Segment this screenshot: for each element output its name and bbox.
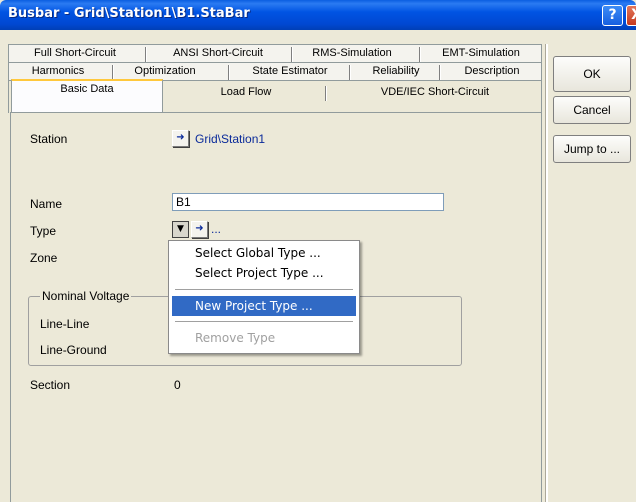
name-label: Name bbox=[30, 197, 63, 211]
window-title: Busbar - Grid\Station1\B1.StaBar bbox=[8, 6, 250, 21]
tab-basic-data[interactable]: Basic Data bbox=[11, 79, 163, 114]
zone-label: Zone bbox=[30, 251, 58, 265]
help-button[interactable]: ? bbox=[602, 5, 623, 26]
line-line-label: Line-Line bbox=[40, 317, 90, 331]
jump-to-button[interactable]: Jump to ... bbox=[553, 135, 631, 163]
type-label: Type bbox=[30, 224, 57, 238]
section-label: Section bbox=[30, 378, 71, 392]
menu-separator bbox=[175, 321, 353, 322]
menu-separator bbox=[175, 289, 353, 290]
line-ground-label: Line-Ground bbox=[40, 343, 107, 357]
cancel-button[interactable]: Cancel bbox=[553, 96, 631, 124]
type-context-menu: Select Global Type ... Select Project Ty… bbox=[168, 240, 360, 354]
station-jump-button[interactable]: ➜ bbox=[172, 130, 189, 147]
menu-item-select-global-type[interactable]: Select Global Type ... bbox=[172, 243, 356, 263]
station-label: Station bbox=[30, 132, 68, 146]
type-ellipsis: ... bbox=[211, 222, 222, 236]
tab-emt-simulation[interactable]: EMT-Simulation bbox=[421, 45, 541, 63]
menu-item-remove-type[interactable]: Remove Type bbox=[172, 328, 356, 348]
section-value: 0 bbox=[174, 378, 181, 392]
tab-vde-iec-short-circuit[interactable]: VDE/IEC Short-Circuit bbox=[329, 84, 541, 102]
tab-load-flow[interactable]: Load Flow bbox=[171, 84, 321, 102]
title-bar: Busbar - Grid\Station1\B1.StaBar ? X bbox=[0, 0, 636, 30]
nominal-voltage-legend: Nominal Voltage bbox=[40, 289, 132, 303]
separator bbox=[545, 44, 548, 502]
tab-full-short-circuit[interactable]: Full Short-Circuit bbox=[11, 45, 139, 63]
name-field[interactable]: B1 bbox=[172, 193, 444, 211]
close-button[interactable]: X bbox=[626, 5, 636, 26]
tab-reliability[interactable]: Reliability bbox=[351, 63, 441, 81]
tab-rms-simulation[interactable]: RMS-Simulation bbox=[293, 45, 411, 63]
tab-row-3: Basic Data Load Flow VDE/IEC Short-Circu… bbox=[8, 79, 542, 114]
tab-state-estimator[interactable]: State Estimator bbox=[231, 63, 349, 81]
tab-row-1: Full Short-Circuit ANSI Short-Circuit RM… bbox=[8, 44, 542, 63]
tab-basic-data-label: Basic Data bbox=[60, 83, 114, 95]
type-jump-button[interactable]: ➜ bbox=[191, 221, 208, 238]
right-arrow-icon: ➜ bbox=[176, 132, 185, 143]
tab-ansi-short-circuit[interactable]: ANSI Short-Circuit bbox=[149, 45, 287, 63]
dropdown-icon: ▼ bbox=[177, 224, 184, 234]
station-value[interactable]: Grid\Station1 bbox=[195, 132, 265, 146]
ok-button[interactable]: OK bbox=[553, 56, 631, 92]
menu-item-new-project-type[interactable]: New Project Type ... bbox=[172, 296, 356, 316]
menu-item-select-project-type[interactable]: Select Project Type ... bbox=[172, 263, 356, 283]
tab-description[interactable]: Description bbox=[441, 63, 543, 81]
right-arrow-icon: ➜ bbox=[195, 223, 204, 234]
type-dropdown-button[interactable]: ▼ bbox=[172, 221, 189, 238]
